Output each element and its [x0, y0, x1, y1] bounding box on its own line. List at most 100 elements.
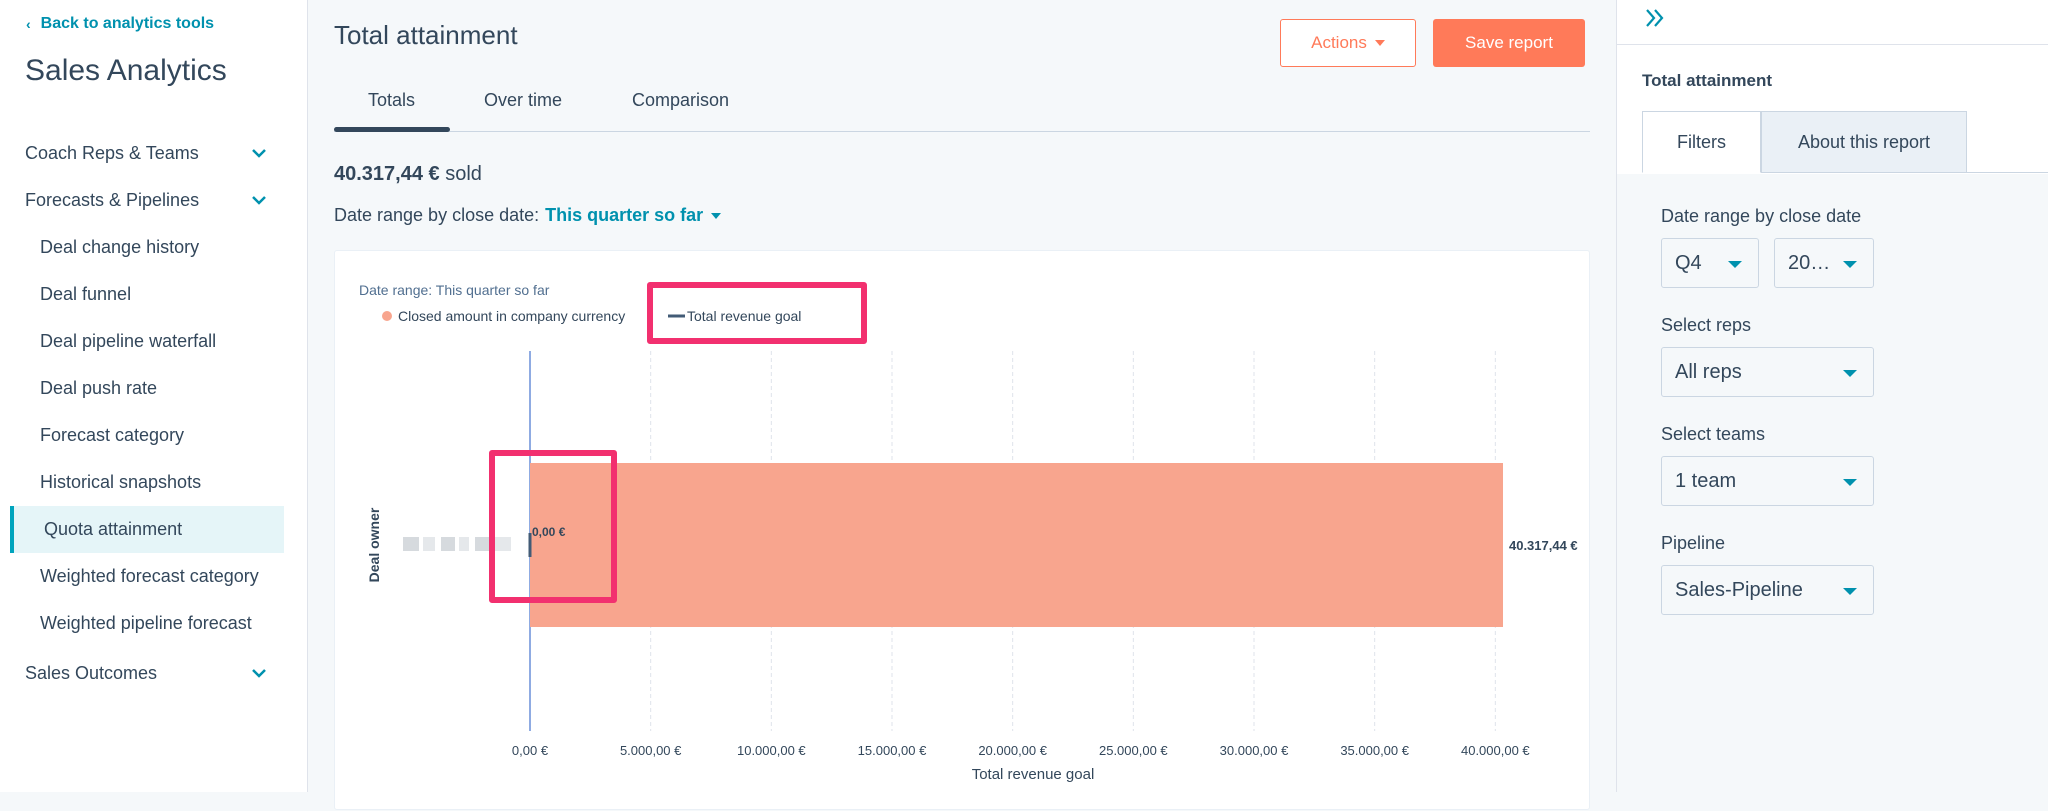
panel-divider — [1617, 44, 2048, 45]
sidebar-item-label: Forecast category — [40, 425, 185, 445]
tab-totals[interactable]: Totals — [368, 90, 415, 111]
panel-tabs: Filters About this report — [1642, 111, 2048, 173]
sidebar-group-coach-reps[interactable]: Coach Reps & Teams — [0, 130, 308, 177]
tab-over-time[interactable]: Over time — [484, 90, 562, 111]
x-tick-label: 30.000,00 € — [1220, 743, 1289, 758]
sidebar-item-label: Weighted pipeline forecast — [40, 613, 252, 633]
back-link-label: Back to analytics tools — [40, 15, 215, 32]
page-title: Total attainment — [334, 20, 518, 50]
x-tick-label: 35.000,00 € — [1340, 743, 1409, 758]
caret-down-icon — [1843, 479, 1857, 486]
chevron-down-icon — [252, 669, 266, 678]
redacted-category-label — [475, 537, 489, 551]
double-chevron-right-icon[interactable] — [1643, 6, 1667, 30]
caret-down-icon — [711, 212, 722, 219]
caret-down-icon — [1374, 40, 1385, 46]
sidebar-group-label: Coach Reps & Teams — [25, 143, 199, 163]
caret-down-icon — [1843, 588, 1857, 595]
bar-closed-amount — [530, 463, 1503, 627]
date-range-filter-label: Date range by close date — [1661, 206, 1862, 226]
sidebar-nav: Coach Reps & Teams Forecasts & Pipelines… — [0, 130, 308, 697]
x-tick-label: 5.000,00 € — [620, 743, 682, 758]
sidebar-item-quota-attainment[interactable]: Quota attainment — [10, 506, 284, 553]
sidebar-item-deal-change-history[interactable]: Deal change history — [0, 224, 308, 271]
right-panel: Total attainment Filters About this repo… — [1616, 0, 2048, 792]
select-reps-label: Select reps — [1661, 315, 1752, 335]
chevron-left-icon: ‹ — [26, 16, 31, 32]
tab-filters[interactable]: Filters — [1642, 111, 1761, 173]
sidebar-item-weighted-forecast-category[interactable]: Weighted forecast category — [0, 553, 308, 600]
quarter-select[interactable]: Q4 — [1661, 238, 1759, 288]
teams-select-value: 1 team — [1675, 469, 1737, 492]
pipeline-select[interactable]: Sales-Pipeline — [1661, 565, 1874, 615]
sidebar-item-label: Deal pipeline waterfall — [40, 331, 217, 351]
sidebar-item-historical-snapshots[interactable]: Historical snapshots — [0, 459, 308, 506]
x-tick-label: 20.000,00 € — [978, 743, 1047, 758]
sidebar-item-label: Weighted forecast category — [40, 566, 259, 586]
reps-select-value: All reps — [1675, 360, 1742, 383]
sidebar-item-deal-funnel[interactable]: Deal funnel — [0, 271, 308, 318]
x-axis-label: Total revenue goal — [972, 766, 1095, 783]
tab-about-report[interactable]: About this report — [1761, 111, 1967, 173]
teams-select[interactable]: 1 team — [1661, 456, 1874, 506]
sidebar-item-label: Deal funnel — [40, 284, 132, 304]
goal-value-highlight-box — [489, 450, 617, 603]
date-range-label: Date range by close date: — [334, 205, 540, 225]
legend-marker-dot — [382, 311, 392, 321]
sidebar-item-label: Quota attainment — [44, 519, 183, 539]
pipeline-select-value: Sales-Pipeline — [1675, 578, 1803, 601]
bar-value-label: 40.317,44 € — [1509, 538, 1578, 553]
redacted-category-label — [403, 537, 419, 551]
sold-summary: 40.317,44 € sold — [334, 163, 482, 186]
sidebar-item-deal-pipeline-waterfall[interactable]: Deal pipeline waterfall — [0, 318, 308, 365]
caret-down-icon — [1728, 261, 1742, 268]
caret-down-icon — [1843, 370, 1857, 377]
sidebar-item-weighted-pipeline-forecast[interactable]: Weighted pipeline forecast — [0, 600, 308, 647]
back-to-analytics-link[interactable]: ‹ Back to analytics tools — [26, 15, 214, 33]
sidebar-item-forecast-category[interactable]: Forecast category — [0, 412, 308, 459]
main-content: Total attainment Actions Save report Tot… — [308, 0, 1616, 810]
sidebar-title: Sales Analytics — [25, 54, 227, 87]
x-tick-label: 0,00 € — [512, 743, 549, 758]
reps-select[interactable]: All reps — [1661, 347, 1874, 397]
sidebar: ‹ Back to analytics tools Sales Analytic… — [0, 0, 308, 792]
sidebar-item-label: Historical snapshots — [40, 472, 202, 492]
panel-title: Total attainment — [1642, 71, 1773, 90]
pipeline-label: Pipeline — [1661, 533, 1726, 553]
chart-date-range-label: Date range: This quarter so far — [359, 282, 550, 298]
legend-label: Closed amount in company currency — [398, 308, 625, 324]
select-teams-label: Select teams — [1661, 424, 1766, 444]
date-range-value: This quarter so far — [545, 205, 704, 225]
sold-amount: 40.317,44 € — [334, 163, 440, 185]
caret-down-icon — [1843, 261, 1857, 268]
date-range-filter: Date range by close date: This quarter s… — [334, 205, 722, 226]
x-tick-label: 40.000,00 € — [1461, 743, 1530, 758]
sidebar-group-sales-outcomes[interactable]: Sales Outcomes — [0, 650, 308, 697]
date-range-dropdown[interactable]: This quarter so far — [545, 205, 722, 226]
y-axis-label: Deal owner — [366, 507, 382, 582]
x-tick-label: 25.000,00 € — [1099, 743, 1168, 758]
year-select-value: 20… — [1788, 251, 1831, 274]
tab-comparison[interactable]: Comparison — [632, 90, 729, 111]
filters-body: Date range by close date Q4 20… Select r… — [1617, 174, 2048, 792]
save-report-button[interactable]: Save report — [1433, 19, 1585, 67]
x-tick-label: 15.000,00 € — [858, 743, 927, 758]
sidebar-group-label: Forecasts & Pipelines — [25, 190, 200, 210]
legend-highlight-box — [647, 282, 867, 344]
report-tabs: Totals Over time Comparison — [334, 84, 1590, 132]
sidebar-item-label: Deal push rate — [40, 378, 158, 398]
active-tab-indicator — [334, 127, 450, 132]
chevron-down-icon — [252, 149, 266, 158]
sidebar-group-forecasts[interactable]: Forecasts & Pipelines — [0, 177, 308, 224]
year-select[interactable]: 20… — [1774, 238, 1874, 288]
redacted-category-label — [441, 537, 455, 551]
actions-button[interactable]: Actions — [1280, 19, 1416, 67]
sold-suffix: sold — [445, 163, 482, 185]
sidebar-item-label: Deal change history — [40, 237, 200, 257]
x-tick-label: 10.000,00 € — [737, 743, 806, 758]
redacted-category-label — [423, 537, 435, 551]
sidebar-item-deal-push-rate[interactable]: Deal push rate — [0, 365, 308, 412]
redacted-category-label — [459, 537, 469, 551]
quarter-select-value: Q4 — [1675, 251, 1702, 274]
chevron-down-icon — [252, 196, 266, 205]
